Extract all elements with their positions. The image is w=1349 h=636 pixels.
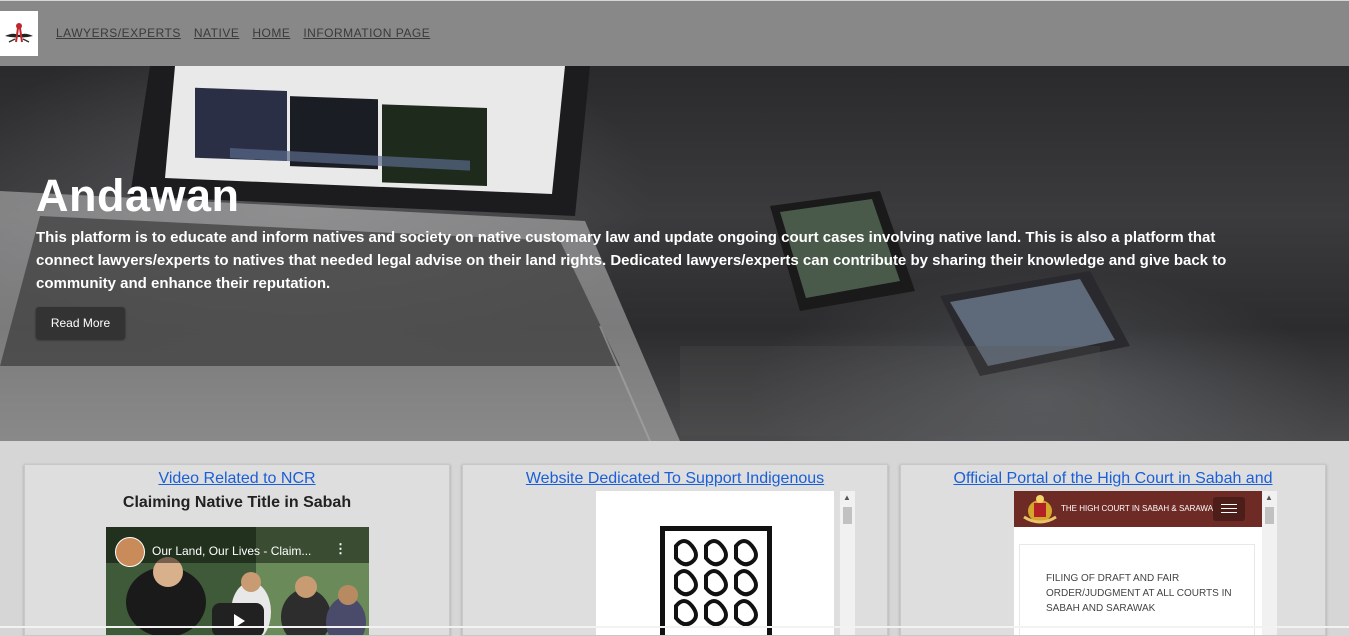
card-title-link[interactable]: Website Dedicated To Support Indigenous — [463, 470, 887, 488]
nav-link-lawyers-experts[interactable]: LAWYERS/EXPERTS — [56, 26, 181, 40]
scroll-thumb[interactable] — [1265, 507, 1274, 524]
scroll-up-icon[interactable]: ▲ — [843, 493, 851, 502]
frame-scrollbar[interactable]: ▲ — [840, 491, 855, 635]
embedded-website-frame[interactable] — [596, 491, 834, 635]
nav-link-home[interactable]: HOME — [252, 26, 290, 40]
play-button-icon[interactable] — [212, 603, 264, 635]
nav-links: LAWYERS/EXPERTS NATIVE HOME INFORMATION … — [56, 26, 430, 40]
indigenous-pattern-logo — [660, 526, 772, 635]
channel-avatar[interactable] — [115, 537, 145, 567]
hero-description: This platform is to educate and inform n… — [36, 229, 1227, 292]
card-title-link[interactable]: Official Portal of the High Court in Sab… — [901, 470, 1325, 488]
hamburger-menu-icon[interactable] — [1213, 497, 1245, 521]
frame-scrollbar[interactable]: ▲ — [1262, 491, 1277, 635]
more-options-icon[interactable]: ⋮ — [334, 541, 347, 557]
card-ncr-video: Video Related to NCR Claiming Native Tit… — [24, 464, 450, 636]
court-site-header: THE HIGH COURT IN SABAH & SARAWAK — [1014, 491, 1262, 527]
site-logo[interactable] — [0, 11, 38, 56]
hero-banner: Andawan This platform is to educate and … — [0, 66, 1349, 441]
logo-icon — [5, 23, 33, 43]
scroll-up-icon[interactable]: ▲ — [1265, 493, 1273, 502]
court-notice-panel: FILING OF DRAFT AND FAIR ORDER/JUDGMENT … — [1020, 545, 1254, 635]
card-high-court-portal: Official Portal of the High Court in Sab… — [900, 464, 1326, 636]
court-site-name: THE HIGH COURT IN SABAH & SARAWAK — [1061, 504, 1219, 513]
embedded-court-frame[interactable]: THE HIGH COURT IN SABAH & SARAWAK FILING… — [1014, 491, 1262, 635]
embedded-video[interactable]: Our Land, Our Lives - Claim... ⋮ — [106, 527, 369, 635]
card-indigenous-website: Website Dedicated To Support Indigenous … — [462, 464, 888, 636]
scroll-thumb[interactable] — [843, 507, 852, 524]
nav-link-information-page[interactable]: INFORMATION PAGE — [303, 26, 430, 40]
top-navbar: LAWYERS/EXPERTS NATIVE HOME INFORMATION … — [0, 1, 1349, 66]
hero-title: Andawan — [36, 170, 240, 221]
card-title-link[interactable]: Video Related to NCR — [25, 470, 449, 488]
court-notice-text[interactable]: FILING OF DRAFT AND FAIR ORDER/JUDGMENT … — [1046, 571, 1236, 616]
nav-link-native[interactable]: NATIVE — [194, 26, 239, 40]
card-subtitle: Claiming Native Title in Sabah — [122, 494, 352, 511]
video-title[interactable]: Our Land, Our Lives - Claim... — [152, 544, 311, 558]
read-more-button[interactable]: Read More — [36, 307, 125, 339]
court-crest-icon — [1023, 495, 1057, 524]
